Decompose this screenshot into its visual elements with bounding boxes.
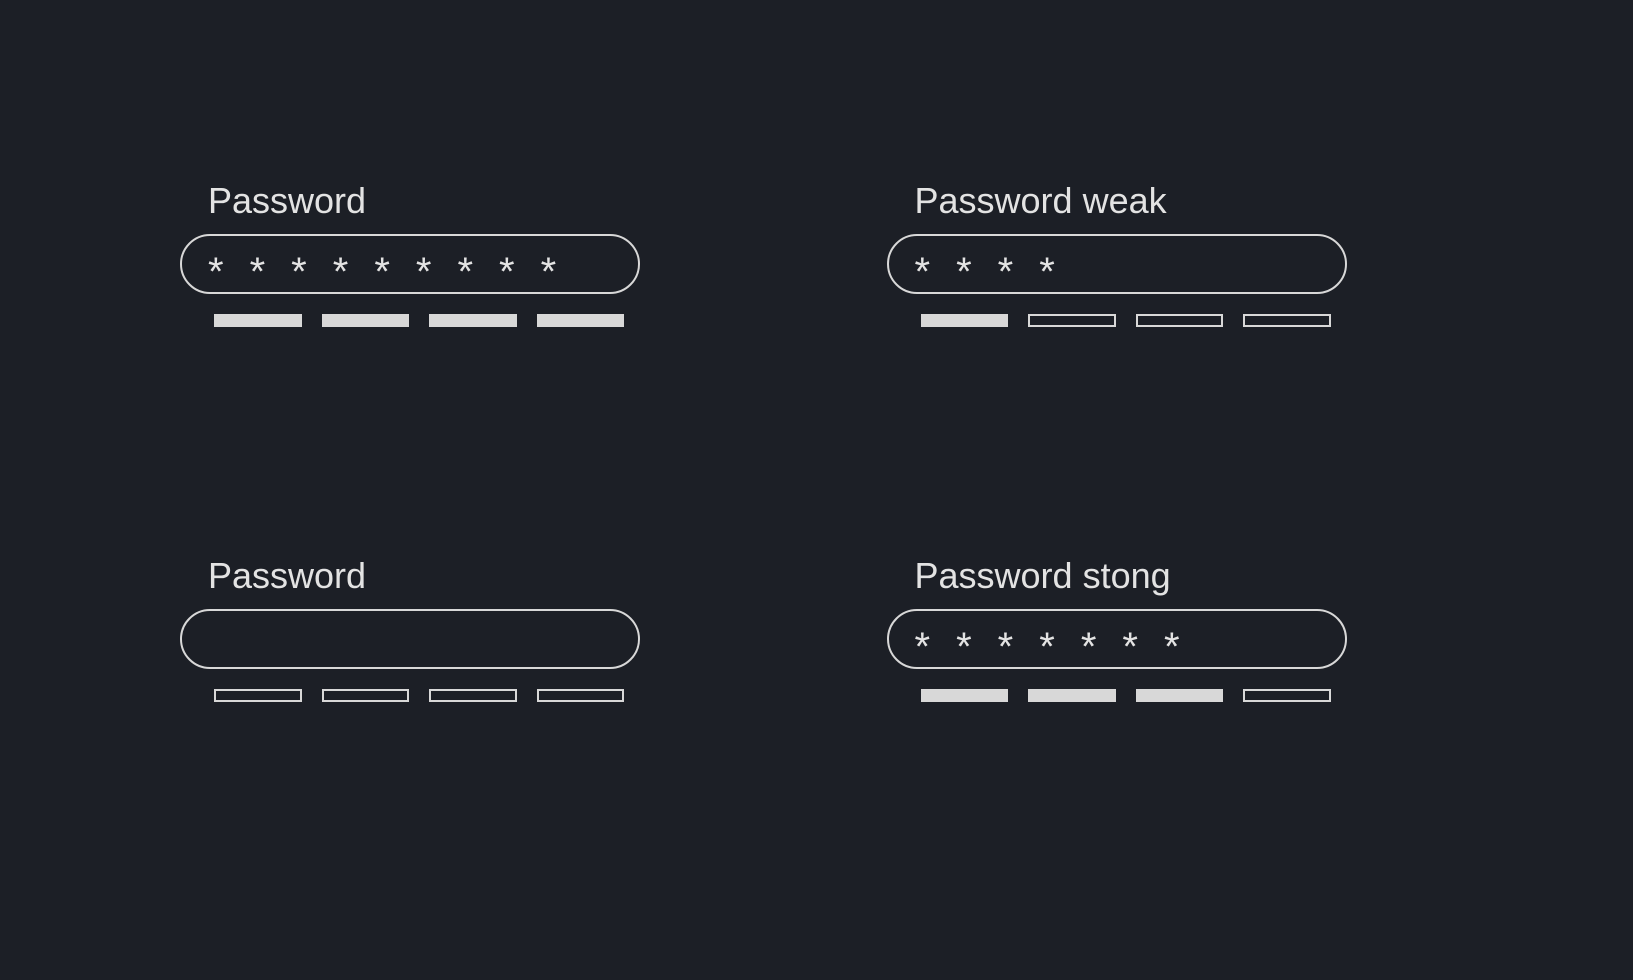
password-field-full: Password * * * * * * * * * — [180, 180, 747, 425]
password-label: Password weak — [915, 180, 1454, 222]
mask-char-icon: * — [1164, 627, 1180, 667]
password-input[interactable] — [180, 609, 640, 669]
mask-char-icon: * — [1122, 627, 1138, 667]
password-field-empty: Password — [180, 555, 747, 800]
password-label: Password — [208, 180, 747, 222]
strength-segment — [537, 689, 625, 702]
strength-segment — [921, 314, 1009, 327]
strength-segment — [214, 314, 302, 327]
mask-char-icon: * — [1039, 627, 1055, 667]
mask-char-icon: * — [915, 627, 931, 667]
mask-char-icon: * — [208, 252, 224, 292]
strength-segment — [1028, 314, 1116, 327]
strength-segment — [1243, 689, 1331, 702]
mask-char-icon: * — [416, 252, 432, 292]
mask-char-icon: * — [333, 252, 349, 292]
password-input[interactable]: * * * * — [887, 234, 1347, 294]
strength-segment — [921, 689, 1009, 702]
strength-segment — [1028, 689, 1116, 702]
strength-meter — [921, 689, 1331, 702]
mask-char-icon: * — [457, 252, 473, 292]
mask-char-icon: * — [541, 252, 557, 292]
strength-segment — [429, 689, 517, 702]
password-label: Password — [208, 555, 747, 597]
mask-char-icon: * — [956, 252, 972, 292]
strength-meter — [921, 314, 1331, 327]
mask-char-icon: * — [250, 252, 266, 292]
password-input[interactable]: * * * * * * * * * — [180, 234, 640, 294]
password-field-weak: Password weak * * * * — [887, 180, 1454, 425]
strength-segment — [537, 314, 625, 327]
strength-segment — [1136, 314, 1224, 327]
mask-char-icon: * — [499, 252, 515, 292]
strength-segment — [322, 689, 410, 702]
mask-char-icon: * — [1039, 252, 1055, 292]
strength-segment — [1136, 689, 1224, 702]
strength-segment — [322, 314, 410, 327]
mask-char-icon: * — [291, 252, 307, 292]
strength-segment — [429, 314, 517, 327]
password-label: Password stong — [915, 555, 1454, 597]
strength-meter — [214, 689, 624, 702]
mask-char-icon: * — [374, 252, 390, 292]
password-input[interactable]: * * * * * * * — [887, 609, 1347, 669]
strength-segment — [1243, 314, 1331, 327]
password-field-strong: Password stong * * * * * * * — [887, 555, 1454, 800]
mask-char-icon: * — [1081, 627, 1097, 667]
strength-segment — [214, 689, 302, 702]
mask-char-icon: * — [956, 627, 972, 667]
mask-char-icon: * — [998, 627, 1014, 667]
mask-char-icon: * — [998, 252, 1014, 292]
mask-char-icon: * — [915, 252, 931, 292]
strength-meter — [214, 314, 624, 327]
